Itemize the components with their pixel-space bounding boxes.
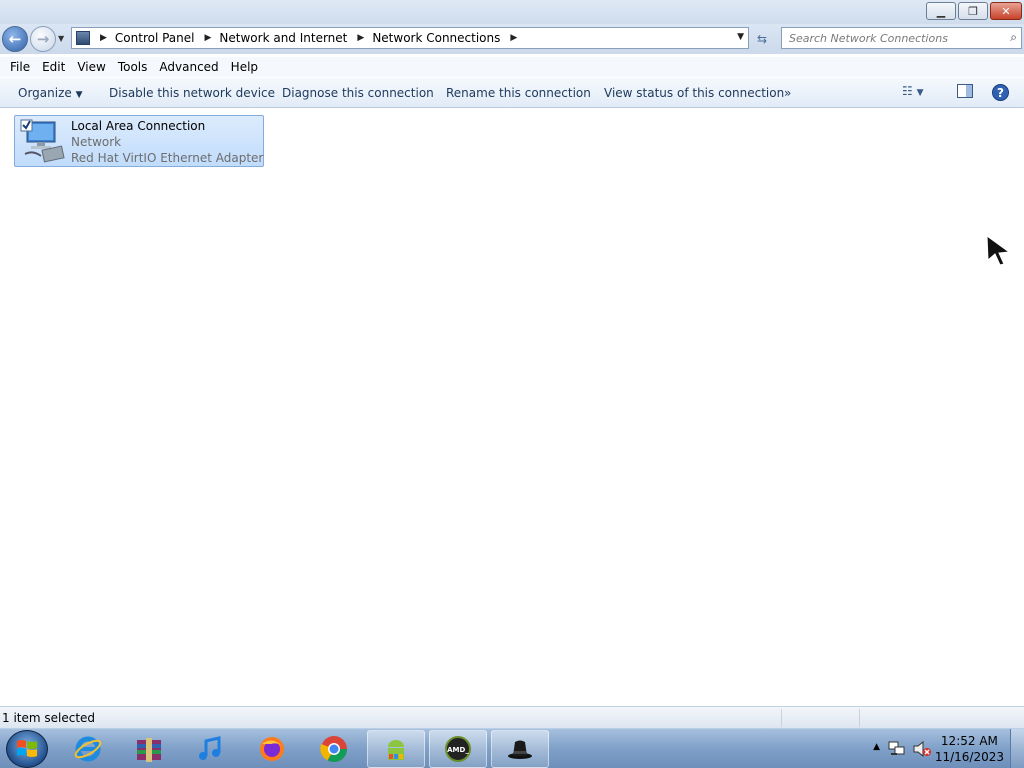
clock[interactable]: 12:52 AM 11/16/2023 [935,733,1004,765]
taskbar-winrar[interactable] [120,730,178,768]
taskbar-itunes[interactable] [181,730,239,768]
refresh-icon: ⇆ [756,32,768,46]
chrome-icon [320,736,348,763]
forward-button[interactable]: → [30,26,56,52]
command-bar: Organize ▼ Disable this network device D… [0,78,1024,108]
menu-file[interactable]: File [4,60,36,74]
breadcrumb-network-connections[interactable]: Network Connections [372,31,500,45]
itunes-icon [199,736,221,760]
breadcrumb-separator-icon[interactable]: ▶ [205,33,212,43]
menu-view[interactable]: View [71,60,111,74]
clock-date: 11/16/2023 [934,750,1004,764]
svg-text:?: ? [997,86,1004,100]
breadcrumb-network-and-internet[interactable]: Network and Internet [219,31,347,45]
breadcrumb-separator-icon[interactable]: ▶ [100,33,107,43]
black-hat-icon [508,740,532,759]
svg-text:AMD_: AMD_ [447,746,469,754]
control-panel-icon [76,31,90,45]
clock-time: 12:52 AM [940,734,998,748]
breadcrumb-separator-icon[interactable]: ▶ [357,33,364,43]
preview-pane-button[interactable] [957,84,973,101]
show-hidden-icons-button[interactable]: ▲ [873,742,880,752]
android-icon [388,740,404,760]
menu-tools[interactable]: Tools [112,60,154,74]
minimize-icon: ▁ [936,4,946,18]
view-status-button[interactable]: View status of this connection [604,86,784,100]
winrar-icon [137,738,161,762]
menu-bar: File Edit View Tools Advanced Help [0,57,1024,77]
taskbar-firefox[interactable] [243,730,301,768]
network-connection-item[interactable]: Local Area Connection Network Red Hat Vi… [14,115,264,167]
menu-advanced[interactable]: Advanced [153,60,224,74]
view-icon: ☷ [902,84,913,98]
back-button[interactable]: ← [2,26,28,52]
organize-label: Organize [18,86,72,100]
network-status-icon[interactable] [888,741,906,757]
organize-button[interactable]: Organize ▼ [18,86,83,100]
taskbar-amd[interactable]: AMD_ [429,730,487,768]
breadcrumb-separator-icon[interactable]: ▶ [510,33,517,43]
disable-device-button[interactable]: Disable this network device [109,86,275,100]
chevron-down-icon: ▼ [75,90,83,100]
connection-name: Local Area Connection [71,119,206,133]
back-arrow-icon: ← [8,30,22,48]
connection-adapter: Red Hat VirtIO Ethernet Adapter [71,151,264,165]
menu-help[interactable]: Help [225,60,264,74]
taskbar-internet-explorer[interactable] [59,730,117,768]
chevron-down-icon: ▼ [916,88,924,98]
help-button[interactable]: ? [992,84,1009,104]
more-commands-button[interactable]: » [784,86,791,100]
restore-icon: ❐ [968,4,978,18]
taskbar-android[interactable] [367,730,425,768]
navigation-bar: ← → ▼ ▶ Control Panel ▶ Network and Inte… [0,24,1024,54]
diagnose-connection-button[interactable]: Diagnose this connection [282,86,434,100]
search-input[interactable] [782,28,992,48]
search-box[interactable]: ⌕ [781,27,1022,49]
rename-connection-button[interactable]: Rename this connection [446,86,591,100]
start-button[interactable] [6,730,48,768]
address-history-dropdown[interactable]: ▼ [737,32,744,42]
help-icon: ? [992,84,1009,101]
minimize-button[interactable]: ▁ [926,2,956,20]
address-bar[interactable]: ▶ Control Panel ▶ Network and Internet ▶… [71,27,749,49]
windows-logo-icon [17,740,37,757]
mouse-pointer-icon [986,234,1011,266]
status-divider [781,709,782,727]
window-titlebar: ▁ ❐ ✕ [0,0,1024,24]
amd-icon: AMD_ [445,736,471,762]
connection-network: Network [71,135,122,149]
taskbar-chrome[interactable] [305,730,363,768]
close-button[interactable]: ✕ [990,2,1022,20]
volume-muted-icon[interactable] [913,741,931,757]
taskbar: AMD_ ▲ 12:52 AM 11/16/2023 [0,728,1024,768]
change-view-button[interactable]: ☷ ▼ [902,84,924,98]
network-adapter-icon [20,119,65,163]
status-bar: 1 item selected [0,706,1024,728]
preview-pane-icon [957,84,973,98]
internet-explorer-icon [74,736,102,762]
status-text: 1 item selected [2,711,96,725]
menu-edit[interactable]: Edit [36,60,71,74]
restore-button[interactable]: ❐ [958,2,988,20]
firefox-icon [260,737,284,761]
close-icon: ✕ [1001,4,1011,18]
show-desktop-button[interactable] [1010,729,1024,768]
file-list-area[interactable]: Local Area Connection Network Red Hat Vi… [0,108,1024,706]
refresh-button[interactable]: ⇆ [752,29,772,49]
status-divider [859,709,860,727]
recent-pages-dropdown[interactable]: ▼ [58,34,64,43]
taskbar-black-hat[interactable] [491,730,549,768]
search-icon[interactable]: ⌕ [1010,30,1017,45]
forward-arrow-icon: → [36,30,50,48]
breadcrumb-control-panel[interactable]: Control Panel [115,31,195,45]
